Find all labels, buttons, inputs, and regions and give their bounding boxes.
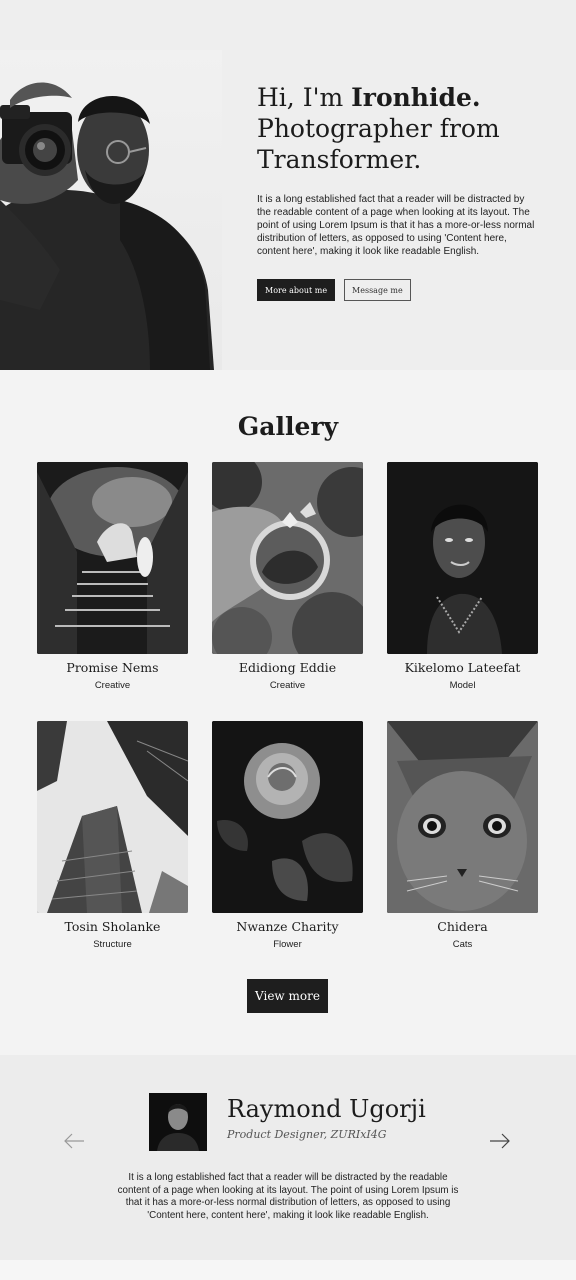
gallery-card-name: Nwanze Charity — [236, 919, 339, 934]
hero-section: Hi, I'm Ironhide. Photographer from Tran… — [0, 0, 576, 370]
gallery-card-name: Promise Nems — [66, 660, 159, 675]
hero-name: Ironhide. — [351, 83, 481, 112]
hero-text-block: Hi, I'm Ironhide. Photographer from Tran… — [257, 82, 557, 258]
gallery-card-name: Edidiong Eddie — [238, 660, 337, 675]
gallery-card[interactable]: Kikelomo Lateefat Model — [387, 462, 538, 691]
gallery-card[interactable]: Nwanze Charity Flower — [212, 721, 363, 950]
previous-arrow-icon[interactable] — [63, 1133, 85, 1149]
gallery-image-crystal-ball — [212, 462, 363, 654]
gallery-card-name: Chidera — [437, 919, 488, 934]
hero-title-line2: Photographer from — [257, 114, 500, 143]
gallery-card-category: Model — [449, 680, 476, 691]
more-about-me-button[interactable]: More about me — [257, 279, 336, 301]
gallery-card[interactable]: Chidera Cats — [387, 721, 538, 950]
testimonial-role: Product Designer, ZURIxI4G — [227, 1128, 387, 1141]
hero-greeting: Hi, I'm — [257, 83, 352, 112]
gallery-card-category: Structure — [93, 939, 132, 950]
gallery-card-category: Flower — [273, 939, 302, 950]
page-footer-strip — [0, 1260, 576, 1280]
hero-heading: Hi, I'm Ironhide. Photographer from Tran… — [257, 82, 557, 175]
message-me-button[interactable]: Message me — [344, 279, 411, 301]
testimonial-quote: It is a long established fact that a rea… — [117, 1172, 459, 1221]
gallery-image-skyscrapers — [37, 721, 188, 913]
gallery-card[interactable]: Promise Nems Creative — [37, 462, 188, 691]
view-more-button[interactable]: View more — [247, 979, 328, 1013]
hero-description: It is a long established fact that a rea… — [257, 194, 535, 257]
gallery-card-name: Tosin Sholanke — [64, 919, 161, 934]
next-arrow-icon[interactable] — [489, 1133, 511, 1149]
gallery-card[interactable]: Tosin Sholanke Structure — [37, 721, 188, 950]
hero-title-line3: Transformer. — [257, 145, 422, 174]
hero-photographer-image — [0, 50, 222, 370]
gallery-image-skater — [37, 462, 188, 654]
gallery-title: Gallery — [237, 412, 339, 441]
testimonial-section: Raymond Ugorji Product Designer, ZURIxI4… — [0, 1055, 576, 1260]
gallery-card[interactable]: Edidiong Eddie Creative — [212, 462, 363, 691]
testimonial-name: Raymond Ugorji — [227, 1095, 426, 1123]
gallery-card-category: Creative — [269, 680, 306, 691]
hero-actions: More about me Message me — [257, 279, 411, 301]
gallery-card-name: Kikelomo Lateefat — [404, 660, 521, 675]
avatar — [149, 1093, 207, 1151]
gallery-image-portrait-woman — [387, 462, 538, 654]
gallery-card-category: Creative — [94, 680, 131, 691]
gallery-image-rose — [212, 721, 363, 913]
gallery-card-category: Cats — [452, 939, 473, 950]
gallery-image-cat — [387, 721, 538, 913]
